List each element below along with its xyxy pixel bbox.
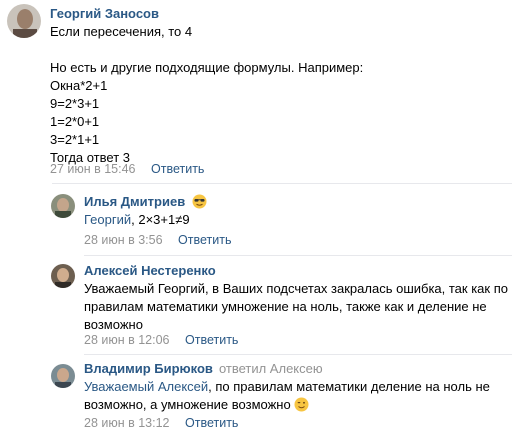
author-name[interactable]: Георгий Заносов (50, 6, 159, 21)
comment-line: возможно, а умножение возможно (84, 396, 490, 414)
reply-button[interactable]: Ответить (185, 416, 238, 430)
comment-text: Уважаемый Георгий, в Ваших подсчетах зак… (84, 280, 508, 334)
comment: Владимир Бирюков ответил Алексею Уважаемы… (0, 358, 528, 437)
comment-line: правилам математики умножение на ноль, т… (84, 299, 487, 314)
author-link[interactable]: Илья Дмитриев (84, 194, 185, 209)
comment-line: Георгий, 2×3+1≠9 (84, 211, 190, 229)
author-name: Владимир Бирюков ответил Алексею (84, 361, 323, 376)
comment-date[interactable]: 28 июн в 3:56 (84, 233, 163, 247)
comment-text-rest: , по правилам математики деление на ноль… (208, 379, 490, 394)
divider (84, 255, 512, 256)
comment-text-rest: возможно, а умножение возможно (84, 397, 291, 412)
comment-meta: 28 июн в 3:56 Ответить (84, 233, 231, 247)
divider (84, 354, 512, 355)
mention-link[interactable]: Уважаемый Алексей (84, 379, 208, 394)
divider (52, 183, 512, 184)
comment-line: 3=2*1+1 (50, 132, 100, 147)
comment: Георгий Заносов Если пересечения, то 4 Н… (0, 0, 528, 180)
comment-text: Если пересечения, то 4 Но есть и другие … (50, 23, 363, 167)
mention-link[interactable]: Георгий (84, 212, 131, 227)
comment-meta: 27 июн в 15:46 Ответить (50, 162, 204, 176)
comment-line: Если пересечения, то 4 (50, 24, 193, 39)
avatar[interactable] (51, 264, 75, 288)
comment-text: Георгий, 2×3+1≠9 (84, 211, 190, 229)
comment-text-rest: , 2×3+1≠9 (131, 212, 190, 227)
comment-line: Но есть и другие подходящие формулы. Нап… (50, 60, 364, 75)
comment-text: Уважаемый Алексей, по правилам математик… (84, 378, 490, 414)
comment-date[interactable]: 27 июн в 15:46 (50, 162, 136, 176)
author-link[interactable]: Владимир Бирюков (84, 361, 213, 376)
reply-button[interactable]: Ответить (185, 333, 238, 347)
avatar[interactable] (51, 364, 75, 388)
avatar[interactable] (7, 4, 41, 38)
comment-line: Уважаемый Алексей, по правилам математик… (84, 378, 490, 396)
wink-emoji-icon (294, 397, 309, 412)
comment-line (50, 41, 363, 59)
reply-to-link[interactable]: ответил Алексею (219, 361, 323, 376)
reply-button[interactable]: Ответить (178, 233, 231, 247)
comment-line: Окна*2+1 (50, 78, 108, 93)
comment-date[interactable]: 28 июн в 12:06 (84, 333, 170, 347)
avatar[interactable] (51, 194, 75, 218)
comment-meta: 28 июн в 12:06 Ответить (84, 333, 238, 347)
author-name[interactable]: Алексей Нестеренко (84, 263, 216, 278)
comment: Илья Дмитриев Георгий, 2×3+1≠9 28 июн в … (0, 188, 528, 248)
comment-line: 1=2*0+1 (50, 114, 100, 129)
comment-date[interactable]: 28 июн в 13:12 (84, 416, 170, 430)
sunglasses-emoji-icon (192, 194, 207, 209)
comment-line: 9=2*3+1 (50, 96, 100, 111)
comment-line: возможно (84, 317, 143, 332)
author-name: Илья Дмитриев (84, 194, 207, 209)
comment-meta: 28 июн в 13:12 Ответить (84, 416, 238, 430)
reply-button[interactable]: Ответить (151, 162, 204, 176)
comment-line: Уважаемый Георгий, в Ваших подсчетах зак… (84, 281, 508, 296)
comment: Алексей Нестеренко Уважаемый Георгий, в … (0, 260, 528, 350)
